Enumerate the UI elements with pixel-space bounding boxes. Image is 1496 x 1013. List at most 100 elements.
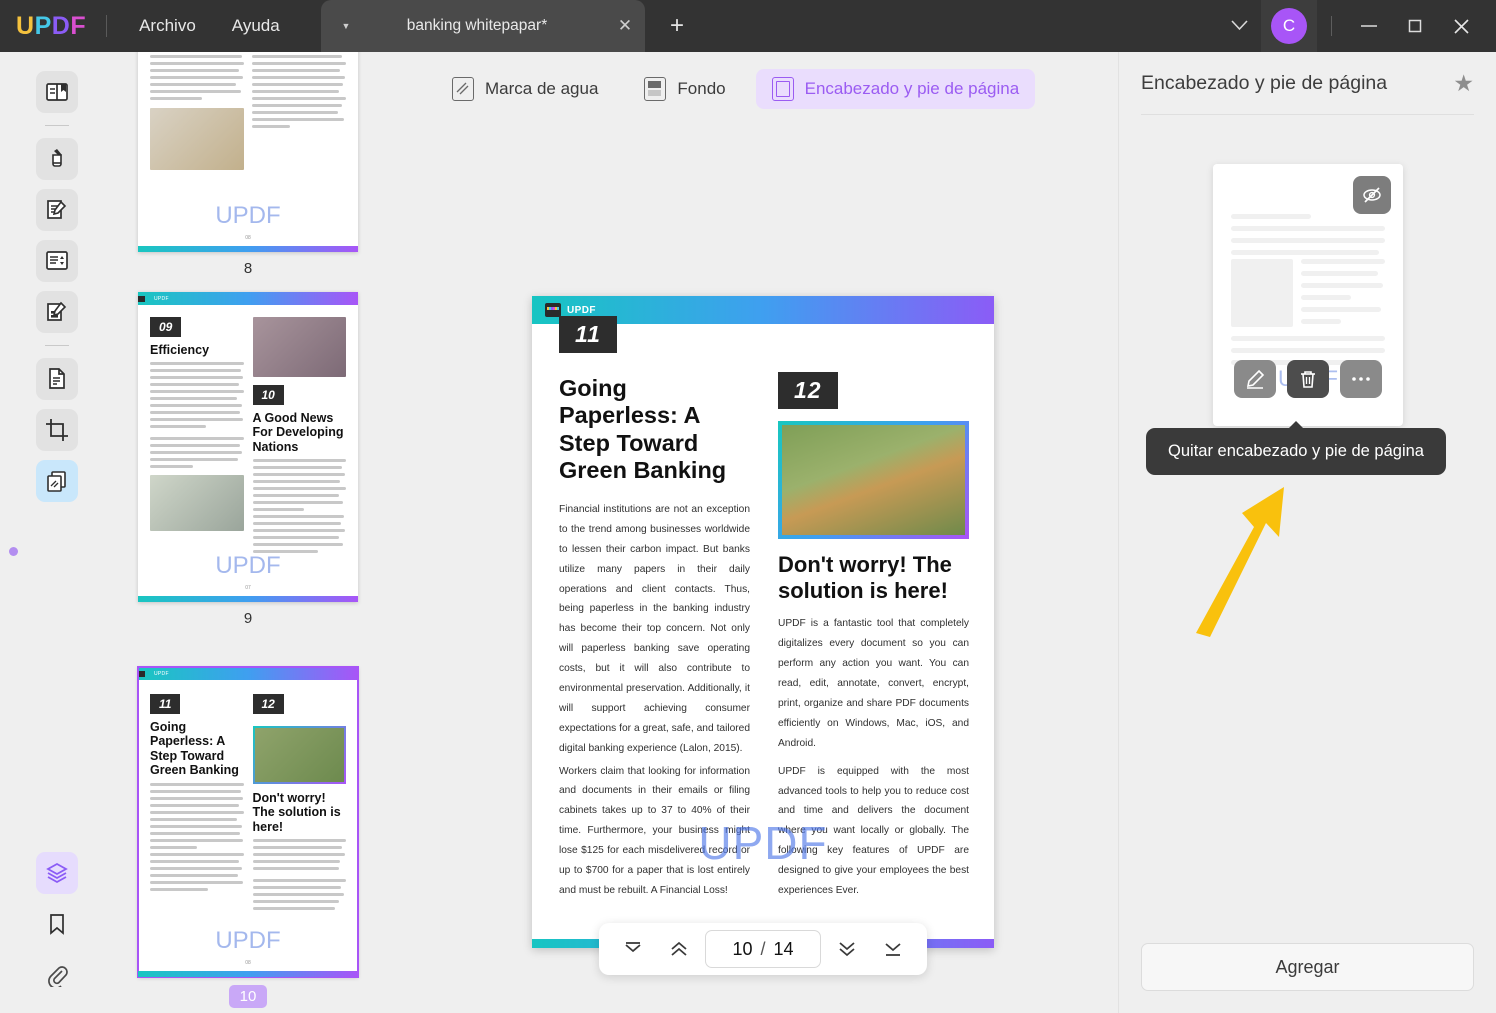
list-item[interactable]: UPDF 08 8	[138, 52, 358, 277]
star-icon[interactable]: ★	[1453, 70, 1474, 97]
sidebar-item-organize-pages[interactable]	[36, 460, 78, 502]
section-number: 12	[252, 694, 284, 714]
document-left-column: 11 Going Paperless: A Step Toward Green …	[559, 316, 750, 901]
thumbnail-label: 8	[243, 260, 253, 277]
preview-text-placeholder	[1231, 214, 1385, 262]
watermark-icon	[452, 77, 474, 101]
sidebar-item-edit-text[interactable]	[36, 189, 78, 231]
document-scroll-region[interactable]: UPDF 11 Going Paperless: A Step Toward G…	[408, 112, 1118, 1013]
section-heading: Don't worry! The solution is here!	[252, 791, 341, 834]
preview-action-buttons	[1213, 360, 1403, 398]
sidebar-item-edit-pdf[interactable]	[36, 291, 78, 333]
tab-encabezado-pie[interactable]: Encabezado y pie de página	[755, 69, 1036, 109]
sidebar-item-convert[interactable]	[36, 358, 78, 400]
tab-fondo[interactable]: Fondo	[628, 69, 741, 109]
page-number-input[interactable]: 10 / 14	[705, 930, 821, 968]
sidebar-item-crop[interactable]	[36, 409, 78, 451]
add-header-footer-button[interactable]: Agregar	[1141, 943, 1474, 991]
page-separator: /	[760, 938, 766, 959]
previous-page-button[interactable]	[659, 930, 699, 968]
next-page-button[interactable]	[827, 930, 867, 968]
header-footer-preview-card[interactable]: UPDF	[1213, 164, 1403, 426]
sidebar-item-reader[interactable]	[36, 71, 78, 113]
rail-divider	[45, 125, 69, 126]
list-item[interactable]: UPDF 11 Going Paperless: A Step Toward G…	[137, 666, 359, 1008]
section-number: 12	[778, 372, 838, 409]
sidebar-item-comment[interactable]	[36, 138, 78, 180]
tab-label: Marca de agua	[485, 79, 599, 98]
pdf-page-canvas[interactable]: UPDF 11 Going Paperless: A Step Toward G…	[532, 296, 994, 948]
thumbnail-page-9[interactable]: UPDF 09 Efficiency 10 A Good News For De…	[138, 292, 358, 602]
panel-divider	[1141, 114, 1474, 115]
page-watermark: UPDF	[698, 817, 828, 869]
first-page-button[interactable]	[613, 930, 653, 968]
tab-label: Fondo	[677, 79, 726, 98]
account-button[interactable]: C	[1261, 0, 1317, 52]
panel-header: Encabezado y pie de página ★	[1119, 52, 1496, 114]
paragraph: Financial institutions are not an except…	[559, 503, 750, 754]
tab-title: banking whitepapar*	[406, 17, 548, 34]
chevron-down-icon[interactable]	[1217, 19, 1261, 34]
header-footer-preview-area: UPDF	[1119, 164, 1496, 426]
menu-ayuda[interactable]: Ayuda	[214, 10, 298, 42]
titlebar-divider	[106, 15, 108, 37]
titlebar-separator	[1331, 16, 1332, 36]
section-number: 09	[150, 317, 182, 337]
preview-image-placeholder	[1231, 259, 1293, 327]
sidebar-item-form[interactable]	[36, 240, 78, 282]
left-tool-rail	[0, 52, 114, 1013]
document-tab[interactable]: ▼ banking whitepapar* ✕	[321, 0, 645, 52]
sidebar-item-bookmarks[interactable]	[36, 903, 78, 945]
page-brand-text: UPDF	[567, 304, 596, 316]
page-thumbnail-pane[interactable]: UPDF 08 8 UPDF 09 Efficiency 10 A Good N…	[114, 52, 408, 1013]
updf-application-window: U P D F Archivo Ayuda ▼ banking whitepap…	[0, 0, 1496, 1013]
section-heading: Efficiency	[150, 343, 210, 357]
section-heading: A Good News For Developing Nations	[252, 411, 344, 454]
preview-side-lines	[1301, 259, 1385, 331]
last-page-button[interactable]	[873, 930, 913, 968]
document-viewer-area: Marca de agua Fondo Encabezado y pie de …	[408, 52, 1118, 1013]
section-photo	[778, 421, 969, 539]
thumbnail-footer: 08	[245, 960, 251, 966]
thumbnail-page-10[interactable]: UPDF 11 Going Paperless: A Step Toward G…	[137, 666, 359, 978]
header-footer-icon	[771, 77, 794, 101]
feature-toolbar: Marca de agua Fondo Encabezado y pie de …	[408, 66, 1118, 112]
thumbnail-page-8[interactable]: UPDF 08	[138, 52, 358, 252]
section-heading: Don't worry! The solution is here!	[778, 552, 952, 603]
thumbnail-watermark: UPDF	[215, 552, 281, 579]
rail-bottom-group	[0, 843, 114, 1005]
tab-marca-de-agua[interactable]: Marca de agua	[436, 69, 614, 109]
menu-archivo[interactable]: Archivo	[121, 10, 214, 42]
close-icon[interactable]: ✕	[605, 16, 645, 36]
current-page-value: 10	[732, 938, 753, 959]
sidebar-item-layers[interactable]	[36, 852, 78, 894]
ellipsis-icon[interactable]	[1340, 360, 1382, 398]
thumbnail-label-selected: 10	[229, 985, 267, 1008]
section-heading: Going Paperless: A Step Toward Green Ban…	[150, 720, 239, 778]
rail-divider	[45, 345, 69, 346]
logo-letter-f: F	[70, 11, 87, 40]
list-item[interactable]: UPDF 09 Efficiency 10 A Good News For De…	[138, 292, 358, 627]
thumbnail-footer: 08	[245, 235, 251, 241]
thumbnail-label: 9	[243, 610, 253, 627]
thumbnail-watermark: UPDF	[215, 927, 281, 954]
pencil-icon[interactable]	[1234, 360, 1276, 398]
chevron-down-icon[interactable]: ▼	[333, 21, 359, 31]
section-number: 11	[559, 316, 617, 353]
logo-letter-d: D	[51, 11, 71, 40]
thumbnail-footer: 07	[245, 585, 251, 591]
maximize-icon[interactable]	[1392, 0, 1438, 52]
tab-label: Encabezado y pie de página	[804, 79, 1020, 98]
close-icon[interactable]	[1438, 0, 1484, 52]
section-heading: Going Paperless: A Step Toward Green Ban…	[559, 375, 727, 484]
annotation-arrow-icon	[1196, 487, 1284, 637]
panel-collapse-handle[interactable]	[9, 547, 18, 556]
trash-icon[interactable]	[1287, 360, 1329, 398]
sidebar-item-attachments[interactable]	[36, 954, 78, 996]
updf-logo: U P D F	[16, 12, 86, 41]
minimize-icon[interactable]	[1346, 0, 1392, 52]
total-pages-value: 14	[773, 938, 794, 959]
page-navigation-toolbar[interactable]: 10 / 14	[599, 923, 927, 975]
eye-off-icon[interactable]	[1353, 176, 1391, 214]
new-tab-button[interactable]: +	[660, 12, 694, 42]
